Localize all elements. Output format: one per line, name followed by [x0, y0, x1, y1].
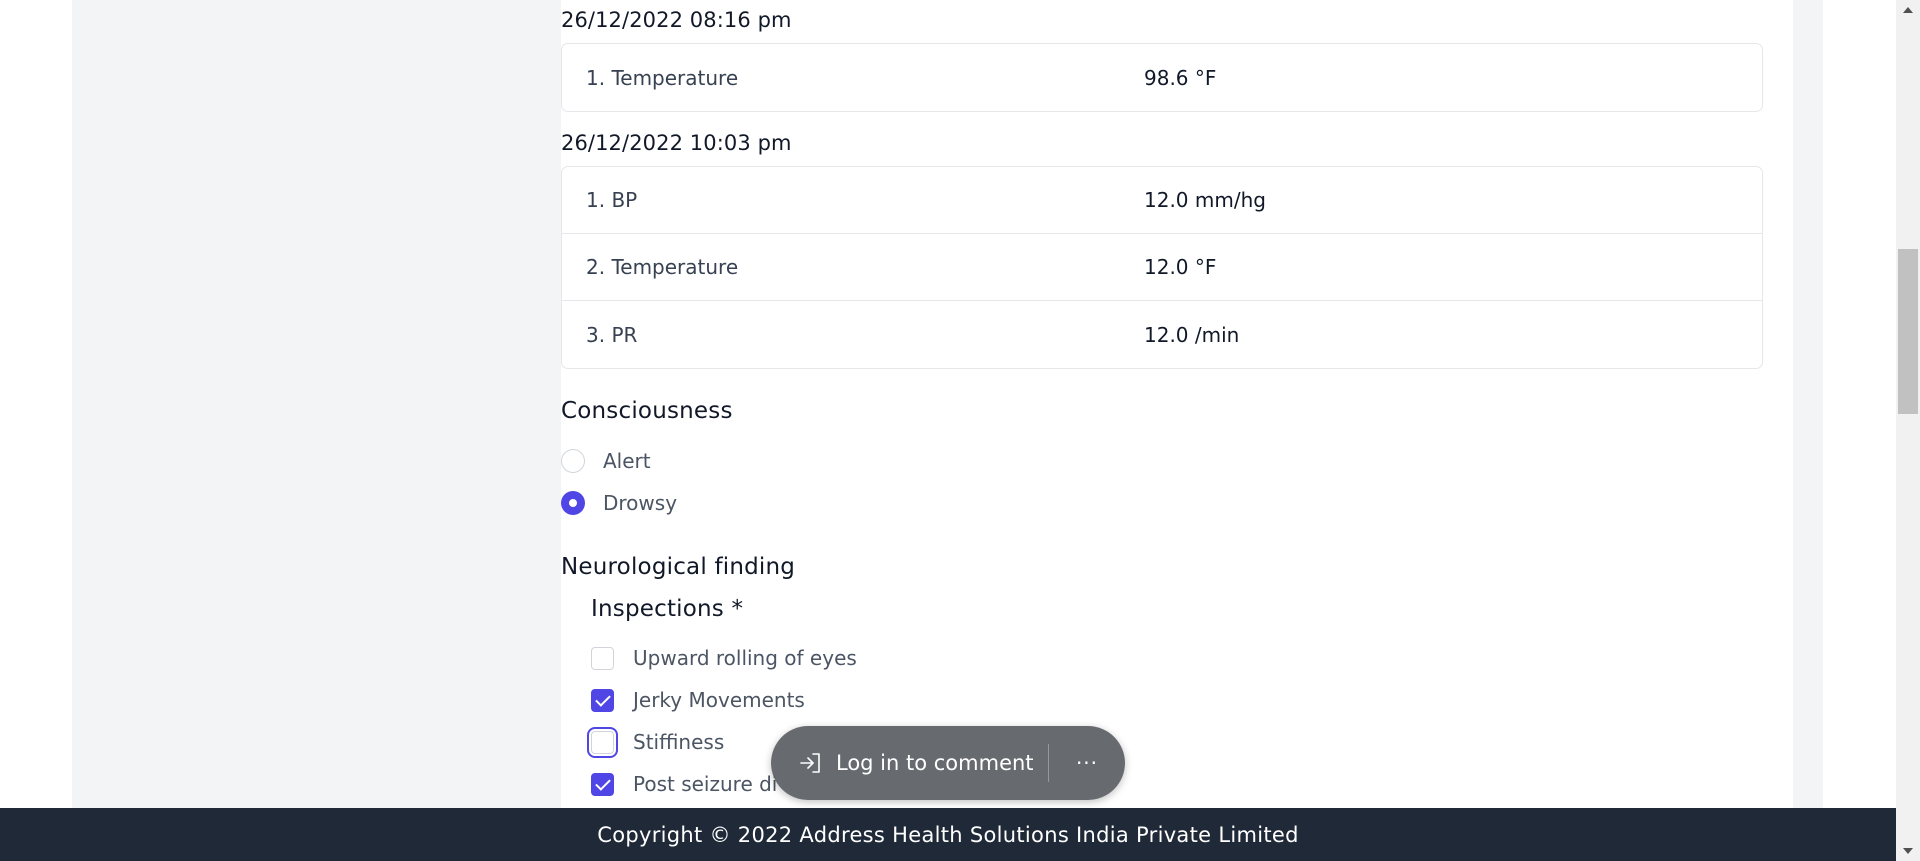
vital-name: 1. BP [586, 188, 638, 212]
right-margin-panel [1793, 0, 1823, 808]
vitals-row: 3. PR 12.0 /min [562, 301, 1762, 368]
page-viewport: 26/12/2022 08:16 pm 1. Temperature 98.6 … [0, 0, 1896, 861]
vital-name: 2. Temperature [586, 255, 739, 279]
more-options-button[interactable]: ··· [1049, 726, 1125, 800]
left-sidebar-panel [72, 0, 561, 808]
inspections-title: Inspections * [591, 596, 744, 622]
copyright-text: Copyright © 2022 Address Health Solution… [597, 822, 1299, 847]
vitals-row: 2. Temperature 12.0 °F [562, 234, 1762, 301]
radio-option-alert[interactable]: Alert [561, 449, 651, 473]
arrow-down-icon [1903, 848, 1913, 854]
checkbox-option[interactable]: Jerky Movements [591, 688, 805, 712]
toast-label: Log in to comment [836, 751, 1034, 775]
checkbox[interactable] [591, 772, 614, 796]
main-content: 26/12/2022 08:16 pm 1. Temperature 98.6 … [561, 0, 1793, 808]
checkbox-label: Jerky Movements [633, 688, 805, 712]
vital-value: 98.6 °F [1144, 65, 1217, 90]
login-arrow-icon [800, 753, 820, 773]
checkbox[interactable] [591, 646, 614, 670]
comment-toast: Log in to comment ··· [771, 726, 1125, 800]
radio-button[interactable] [561, 449, 585, 473]
vitals-table: 1. BP 12.0 mm/hg 2. Temperature 12.0 °F … [561, 166, 1763, 369]
scroll-thumb[interactable] [1898, 249, 1918, 414]
vitals-row: 1. Temperature 98.6 °F [562, 44, 1762, 111]
checkbox-option[interactable]: Stiffiness [591, 730, 724, 754]
vitals-row: 1. BP 12.0 mm/hg [562, 167, 1762, 234]
checkbox-label: Stiffiness [633, 730, 725, 754]
radio-option-drowsy[interactable]: Drowsy [561, 491, 677, 515]
radio-label: Alert [603, 449, 651, 473]
vital-name: 3. PR [586, 322, 638, 347]
login-to-comment-button[interactable]: Log in to comment [771, 744, 1049, 782]
vital-value: 12.0 °F [1144, 255, 1217, 279]
checkbox[interactable] [591, 688, 614, 712]
vital-value: 12.0 /min [1144, 322, 1240, 347]
radio-button[interactable] [561, 491, 585, 515]
vertical-scrollbar[interactable] [1896, 0, 1920, 861]
footer: Copyright © 2022 Address Health Solution… [0, 808, 1896, 861]
checkbox-label: Post seizure di [633, 772, 778, 796]
vital-name: 1. Temperature [586, 65, 739, 90]
vitals-timestamp: 26/12/2022 10:03 pm [561, 131, 792, 155]
checkbox[interactable] [591, 730, 614, 754]
neurological-finding-title: Neurological finding [561, 554, 796, 580]
checkbox-option[interactable]: Upward rolling of eyes [591, 646, 857, 670]
vitals-table: 1. Temperature 98.6 °F [561, 43, 1763, 112]
arrow-up-icon [1903, 7, 1913, 13]
checkbox-option[interactable]: Post seizure di [591, 772, 777, 796]
consciousness-title: Consciousness [561, 398, 733, 424]
vitals-timestamp: 26/12/2022 08:16 pm [561, 8, 792, 32]
checkbox-label: Upward rolling of eyes [633, 646, 857, 670]
radio-label: Drowsy [603, 491, 678, 515]
vital-value: 12.0 mm/hg [1144, 188, 1266, 212]
scroll-down-button[interactable] [1896, 841, 1920, 861]
scroll-up-button[interactable] [1896, 0, 1920, 20]
